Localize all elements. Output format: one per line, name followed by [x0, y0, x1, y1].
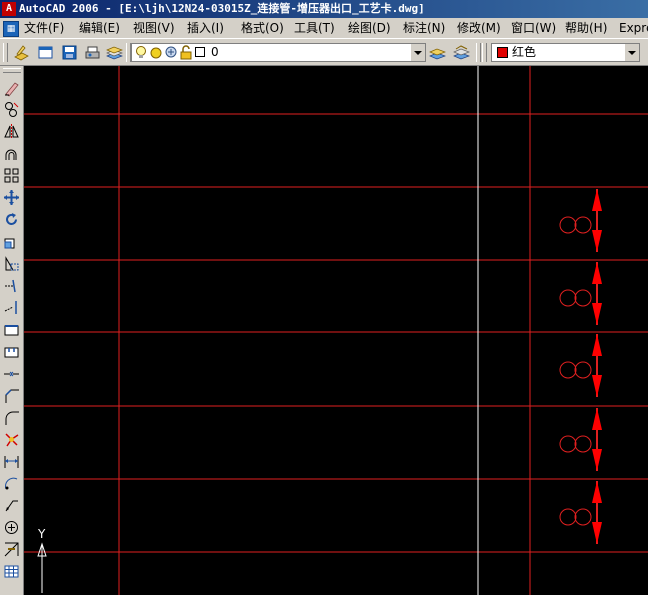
title-bar[interactable]: A AutoCAD 2006 - [E:\ljh\12N24-03015Z_连接管…	[0, 0, 648, 18]
dimension-symbol	[559, 334, 602, 397]
trim-icon[interactable]	[3, 277, 20, 294]
layer-previous-icon[interactable]	[429, 44, 446, 61]
dimension-symbol	[559, 189, 602, 252]
table-grid-lines	[24, 66, 648, 595]
menu-draw[interactable]: 绘图(D)	[348, 18, 391, 38]
center-mark-icon[interactable]	[3, 519, 20, 536]
arrow-up-icon	[592, 334, 602, 356]
document-icon[interactable]: ▦	[3, 21, 19, 37]
color-square-icon	[195, 47, 205, 57]
symbol-circle	[574, 216, 592, 234]
color-swatch	[497, 47, 508, 58]
menu-tools[interactable]: 工具(T)	[294, 18, 335, 38]
arc-dimension-icon[interactable]	[3, 475, 20, 492]
toolbar-grip[interactable]	[3, 68, 21, 73]
symbol-circle	[559, 435, 577, 453]
arrow-down-icon	[592, 230, 602, 252]
lightbulb-icon[interactable]	[134, 45, 148, 60]
arrow-down-icon	[592, 303, 602, 325]
make-object-layer-icon[interactable]	[13, 44, 30, 61]
array-icon[interactable]	[3, 167, 20, 184]
autocad-window: A AutoCAD 2006 - [E:\ljh\12N24-03015Z_连接管…	[0, 0, 648, 595]
arrow-up-icon	[592, 189, 602, 211]
sun-icon[interactable]	[149, 45, 163, 60]
color-dropdown[interactable]: 红色	[491, 43, 640, 62]
erase-icon[interactable]	[3, 80, 20, 97]
toolbar-grip[interactable]	[3, 43, 8, 62]
mirror-icon[interactable]	[3, 123, 20, 140]
current-color-value: 红色	[512, 45, 537, 59]
save-icon[interactable]	[61, 44, 78, 61]
menu-help[interactable]: 帮助(H)	[565, 18, 607, 38]
symbol-circle	[574, 361, 592, 379]
toolbar-grip[interactable]	[482, 43, 487, 62]
arrow-up-icon	[592, 481, 602, 503]
drawing-canvas[interactable]: Y	[24, 66, 648, 595]
plot-icon[interactable]	[84, 44, 101, 61]
lock-icon[interactable]	[179, 45, 193, 60]
menu-modify[interactable]: 修改(M)	[457, 18, 501, 38]
move-icon[interactable]	[3, 189, 20, 206]
rotate-icon[interactable]	[3, 211, 20, 228]
menu-view[interactable]: 视图(V)	[133, 18, 175, 38]
menu-express[interactable]: Expre	[619, 18, 648, 38]
symbol-circle	[559, 216, 577, 234]
menu-file[interactable]: 文件(F)	[24, 18, 64, 38]
menu-insert[interactable]: 插入(I)	[187, 18, 224, 38]
extend-icon[interactable]	[3, 299, 20, 316]
freeze-icon[interactable]	[164, 45, 178, 60]
model-space[interactable]: Y	[24, 66, 648, 595]
table-icon[interactable]	[3, 563, 20, 580]
layer-states-icon[interactable]	[106, 44, 123, 61]
chevron-down-icon[interactable]	[410, 44, 425, 61]
menu-format[interactable]: 格式(O)	[241, 18, 284, 38]
menu-bar: ▦ 文件(F) 编辑(E) 视图(V) 插入(I) 格式(O) 工具(T) 绘图…	[0, 18, 648, 38]
symbol-circle	[574, 508, 592, 526]
join-icon[interactable]	[3, 365, 20, 382]
copy-icon[interactable]	[3, 101, 20, 118]
symbol-circle	[559, 508, 577, 526]
scale-icon[interactable]	[3, 233, 20, 250]
dimension-symbol	[559, 481, 602, 544]
arrow-up-icon	[592, 408, 602, 430]
window-title: AutoCAD 2006 - [E:\ljh\12N24-03015Z_连接管-…	[19, 2, 425, 15]
arrow-down-icon	[592, 522, 602, 544]
offset-icon[interactable]	[3, 145, 20, 162]
chevron-down-icon[interactable]	[624, 44, 639, 61]
modify-toolbar	[0, 66, 24, 595]
ucs-icon: Y	[37, 527, 47, 593]
stretch-icon[interactable]	[3, 255, 20, 272]
fillet-icon[interactable]	[3, 409, 20, 426]
dimension-icon[interactable]	[3, 453, 20, 470]
symbol-circle	[574, 289, 592, 307]
symbol-circle	[574, 435, 592, 453]
menu-window[interactable]: 窗口(W)	[511, 18, 556, 38]
ucs-y-label: Y	[37, 527, 46, 541]
explode-icon[interactable]	[3, 431, 20, 448]
toolbar-grip[interactable]	[476, 43, 481, 62]
arrow-down-icon	[592, 375, 602, 397]
new-icon[interactable]	[37, 44, 54, 61]
symbol-circle	[559, 289, 577, 307]
chamfer-icon[interactable]	[3, 387, 20, 404]
menu-edit[interactable]: 编辑(E)	[79, 18, 120, 38]
break-icon[interactable]	[3, 343, 20, 360]
current-layer-value: 0	[211, 45, 219, 59]
arrow-up-icon	[592, 262, 602, 284]
dimension-symbols	[559, 189, 602, 544]
autocad-logo-icon[interactable]: A	[2, 2, 16, 16]
dimension-symbol	[559, 408, 602, 471]
layers-toolbar: 0 红色	[0, 38, 648, 66]
arrow-down-icon	[592, 449, 602, 471]
symbol-circle	[559, 361, 577, 379]
tolerance-icon[interactable]	[3, 541, 20, 558]
break-at-point-icon[interactable]	[3, 321, 20, 338]
layer-manager-icon[interactable]	[453, 44, 470, 61]
layer-dropdown[interactable]: 0	[131, 43, 426, 62]
leader-icon[interactable]	[3, 497, 20, 514]
menu-dimension[interactable]: 标注(N)	[403, 18, 445, 38]
dimension-symbol	[559, 262, 602, 325]
